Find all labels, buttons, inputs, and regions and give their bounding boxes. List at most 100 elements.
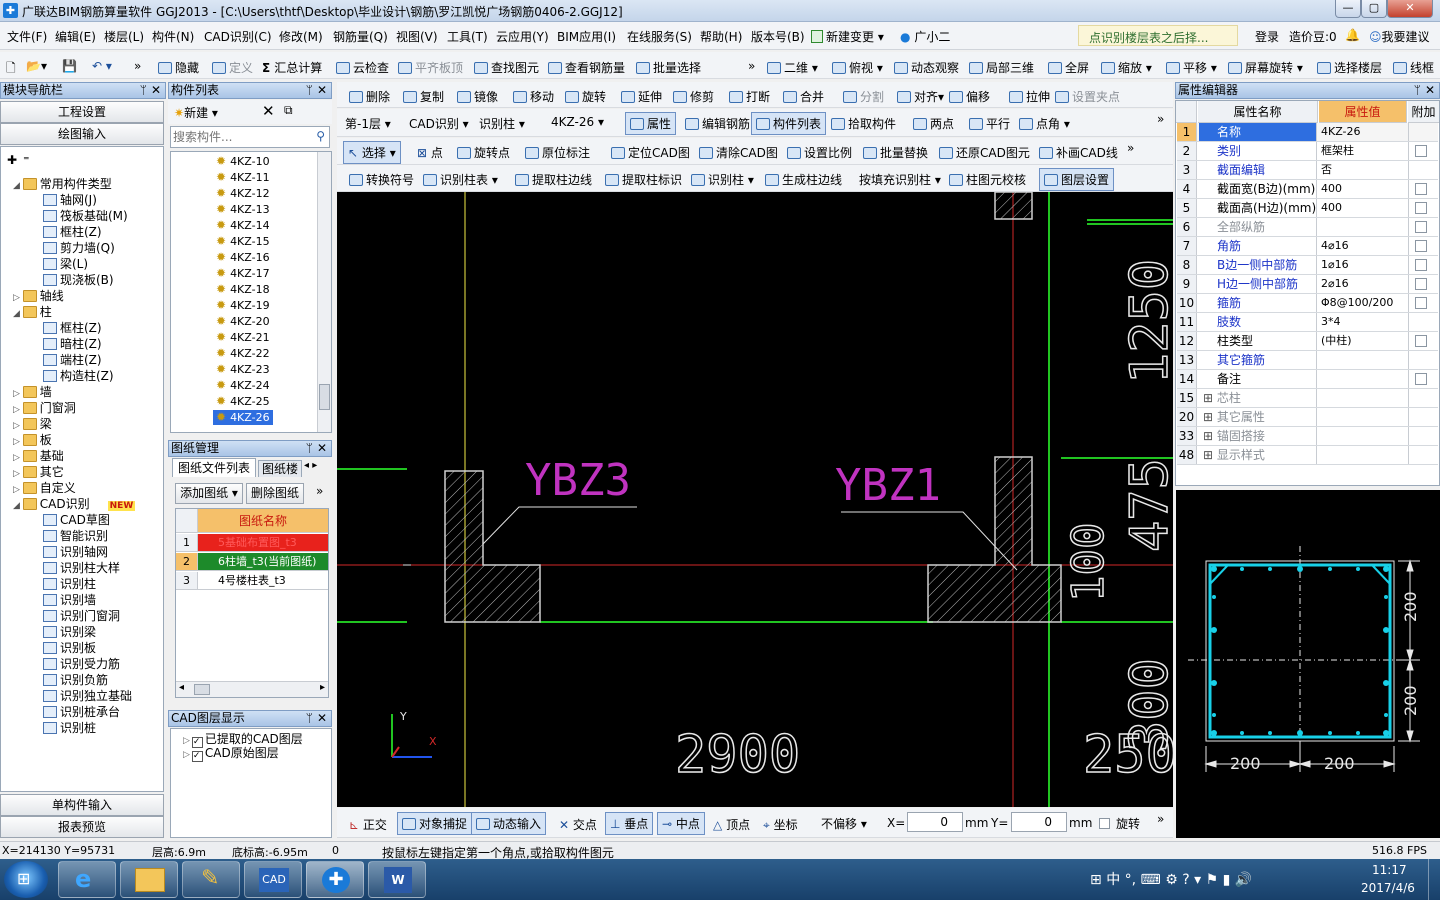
- view-2d-dropdown[interactable]: 二维 ▾: [767, 59, 818, 76]
- property-value[interactable]: [1319, 370, 1409, 388]
- close-icon[interactable]: ✕: [317, 441, 327, 456]
- cloud-check-button[interactable]: 云检查: [336, 59, 389, 76]
- nav-tree-item[interactable]: 识别板: [43, 639, 96, 656]
- expand-icon[interactable]: ▷: [13, 405, 23, 415]
- property-value[interactable]: [1319, 218, 1409, 236]
- property-row[interactable]: 33 ⊞ 锚固搭接: [1177, 427, 1438, 446]
- intersection-button[interactable]: ✕ 交点: [559, 816, 597, 833]
- property-row[interactable]: 48 ⊞ 显示样式: [1177, 446, 1438, 465]
- rotate-button[interactable]: 旋转: [565, 88, 606, 105]
- draw-cad-line-button[interactable]: 补画CAD线: [1039, 144, 1118, 161]
- close-icon[interactable]: ✕: [1425, 83, 1435, 98]
- point-angle-button[interactable]: 点角 ▾: [1019, 115, 1070, 132]
- taskbar-explorer[interactable]: [120, 861, 178, 898]
- copy-button[interactable]: 复制: [403, 88, 444, 105]
- category-select[interactable]: CAD识别 ▾: [409, 115, 469, 132]
- property-value[interactable]: (中柱): [1319, 332, 1409, 350]
- component-search[interactable]: ⚲: [170, 126, 330, 148]
- batch-select-button[interactable]: 批量选择: [636, 59, 701, 76]
- menu-cloud[interactable]: 云应用(Y): [496, 28, 549, 45]
- fill-recognize-column-button[interactable]: 按填充识别柱 ▾: [859, 171, 941, 188]
- component-list-item[interactable]: ✹ 4KZ-15: [213, 234, 273, 249]
- menu-assistant[interactable]: ● 广小二: [900, 28, 950, 45]
- type-select[interactable]: 识别柱 ▾: [479, 115, 525, 132]
- component-list-button[interactable]: 构件列表: [751, 112, 827, 135]
- property-row[interactable]: 8 B边一侧中部筋 1⌀16: [1177, 256, 1438, 275]
- more-icon[interactable]: »: [1157, 812, 1164, 826]
- menu-version[interactable]: 版本号(B): [751, 28, 805, 45]
- suggest-link[interactable]: ☺我要建议: [1369, 28, 1430, 45]
- property-value[interactable]: 2⌀16: [1319, 275, 1409, 293]
- pan-dropdown[interactable]: 平移 ▾: [1166, 59, 1217, 76]
- property-extra-checkbox[interactable]: [1415, 145, 1427, 157]
- nav-tree-item[interactable]: 轴网(J): [43, 191, 97, 208]
- property-extra-checkbox[interactable]: [1415, 240, 1427, 252]
- taskbar-ggj[interactable]: ✚: [306, 861, 364, 898]
- component-list-item[interactable]: ✹ 4KZ-17: [213, 266, 273, 281]
- nav-tree-item[interactable]: 识别柱大样: [43, 559, 120, 576]
- nav-tree-item[interactable]: ▷ 墙: [13, 383, 52, 400]
- nav-tree-item[interactable]: ◢ 常用构件类型: [13, 175, 112, 192]
- nav-tree-item[interactable]: CAD草图: [43, 511, 110, 528]
- property-value[interactable]: Φ8@100/200: [1319, 294, 1409, 312]
- hide-button[interactable]: 隐藏: [158, 59, 199, 76]
- edit-rebar-button[interactable]: 编辑钢筋: [685, 115, 750, 132]
- component-list-item[interactable]: ✹ 4KZ-21: [213, 330, 273, 345]
- wireframe-button[interactable]: 线框: [1393, 59, 1434, 76]
- x-input[interactable]: 0: [907, 812, 963, 832]
- property-extra-checkbox[interactable]: [1415, 221, 1427, 233]
- close-icon[interactable]: ✕: [317, 83, 327, 98]
- expand-icon[interactable]: ▷: [13, 485, 23, 495]
- floor-select[interactable]: 第-1层 ▾: [345, 115, 391, 132]
- midpoint-button[interactable]: ⊸ 中点: [657, 812, 705, 835]
- properties-button[interactable]: 属性: [625, 112, 677, 135]
- minimize-button[interactable]: —: [1335, 0, 1361, 18]
- expand-icon[interactable]: ▷: [13, 293, 23, 303]
- pin-icon[interactable]: ᛘ: [1414, 83, 1421, 98]
- menu-modify[interactable]: 修改(M): [279, 28, 323, 45]
- taskbar-word[interactable]: W: [368, 861, 426, 898]
- menu-file[interactable]: 文件(F): [7, 28, 47, 45]
- property-value[interactable]: [1319, 351, 1409, 369]
- offset-select[interactable]: 不偏移 ▾: [821, 815, 867, 832]
- nav-tree-item[interactable]: 筏板基础(M): [43, 207, 128, 224]
- expand-icon[interactable]: ▷: [13, 469, 23, 479]
- pin-icon[interactable]: ᛘ: [140, 83, 147, 98]
- nav-tree-item[interactable]: 梁(L): [43, 255, 88, 272]
- recognize-column-button[interactable]: 识别柱 ▾: [691, 171, 754, 188]
- component-list-item[interactable]: ✹ 4KZ-23: [213, 362, 273, 377]
- property-extra-checkbox[interactable]: [1415, 259, 1427, 271]
- nav-tree-item[interactable]: 框柱(Z): [43, 223, 102, 240]
- property-value[interactable]: 4⌀16: [1319, 237, 1409, 255]
- expand-icon[interactable]: ⊞: [1203, 410, 1217, 424]
- delete-drawing-button[interactable]: 删除图纸: [246, 483, 304, 504]
- close-button[interactable]: ✕: [1387, 0, 1433, 18]
- find-element-button[interactable]: 查找图元: [474, 59, 539, 76]
- component-list-item[interactable]: ✹ 4KZ-20: [213, 314, 273, 329]
- batch-replace-button[interactable]: 批量替换: [863, 144, 928, 161]
- property-value[interactable]: 400: [1319, 199, 1409, 217]
- nav-tree-item[interactable]: ▷ 板: [13, 431, 52, 448]
- property-extra-checkbox[interactable]: [1415, 335, 1427, 347]
- component-list-item[interactable]: ✹ 4KZ-13: [213, 202, 273, 217]
- open-file-icon[interactable]: 📂▾: [26, 59, 47, 73]
- add-drawing-button[interactable]: 添加图纸 ▾: [175, 483, 243, 504]
- property-row[interactable]: 5 截面高(H边)(mm) 400: [1177, 199, 1438, 218]
- property-row[interactable]: 15 ⊞ 芯柱: [1177, 389, 1438, 408]
- undo-icon[interactable]: ↶ ▾: [92, 59, 112, 73]
- nav-tree-item[interactable]: 识别桩: [43, 719, 96, 736]
- property-row[interactable]: 11 肢数 3*4: [1177, 313, 1438, 332]
- delete-icon[interactable]: ✕: [262, 102, 275, 120]
- merge-button[interactable]: 合并: [783, 88, 824, 105]
- component-list-item[interactable]: ✹ 4KZ-16: [213, 250, 273, 265]
- property-row[interactable]: 12 柱类型 (中柱): [1177, 332, 1438, 351]
- nav-tree-item[interactable]: 识别负筋: [43, 671, 108, 688]
- expand-icon[interactable]: ⊞: [1203, 391, 1217, 405]
- property-value[interactable]: [1319, 389, 1409, 407]
- taskbar-ie[interactable]: e: [58, 861, 116, 898]
- expand-icon[interactable]: ▷: [13, 421, 23, 431]
- property-value[interactable]: 3*4: [1319, 313, 1409, 331]
- drawing-row[interactable]: 6柱墙_t3(当前图纸): [198, 553, 328, 571]
- more-icon-2[interactable]: »: [748, 59, 755, 73]
- new-component-button[interactable]: ✷新建 ▾: [174, 104, 218, 121]
